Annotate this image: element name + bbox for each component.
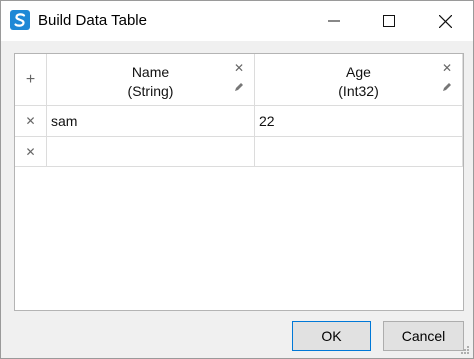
- dialog-window: Build Data Table + Name (String) ✕ Age (…: [0, 0, 474, 359]
- close-button[interactable]: [419, 1, 471, 41]
- column-header-age: Age (Int32) ✕: [255, 54, 463, 106]
- column-type-label: (String): [127, 83, 174, 99]
- table-cell[interactable]: sam: [47, 106, 255, 137]
- remove-row-icon: ✕: [25, 144, 36, 159]
- remove-row-icon: ✕: [25, 114, 36, 128]
- title-bar: Build Data Table: [1, 1, 473, 41]
- cancel-button[interactable]: Cancel: [383, 321, 464, 351]
- column-name-label: Name: [131, 64, 170, 80]
- column-type-label: (Int32): [338, 83, 379, 99]
- minimize-icon: [328, 20, 340, 22]
- remove-column-icon[interactable]: ✕: [234, 62, 244, 74]
- resize-grip-icon[interactable]: [460, 345, 470, 355]
- column-header-name: Name (String) ✕: [47, 54, 255, 106]
- maximize-icon: [383, 15, 395, 27]
- app-logo-icon: [10, 10, 30, 30]
- window-title: Build Data Table: [38, 12, 147, 29]
- ok-button[interactable]: OK: [292, 321, 371, 351]
- edit-column-icon[interactable]: [234, 82, 244, 92]
- plus-icon: +: [25, 70, 36, 88]
- remove-row-button[interactable]: ✕: [15, 106, 47, 137]
- table-cell[interactable]: 22: [255, 106, 463, 137]
- remove-column-icon[interactable]: ✕: [442, 62, 452, 74]
- column-name-label: Age: [346, 64, 371, 80]
- table-cell[interactable]: [47, 137, 255, 167]
- maximize-button[interactable]: [363, 1, 415, 41]
- close-icon: [438, 14, 452, 28]
- remove-row-button[interactable]: ✕: [15, 137, 47, 167]
- data-table-grid: + Name (String) ✕ Age (Int32) ✕ ✕ sam 22…: [14, 53, 464, 311]
- minimize-button[interactable]: [308, 1, 360, 41]
- edit-column-icon[interactable]: [442, 82, 452, 92]
- table-cell[interactable]: [255, 137, 463, 167]
- add-column-button[interactable]: +: [15, 54, 47, 106]
